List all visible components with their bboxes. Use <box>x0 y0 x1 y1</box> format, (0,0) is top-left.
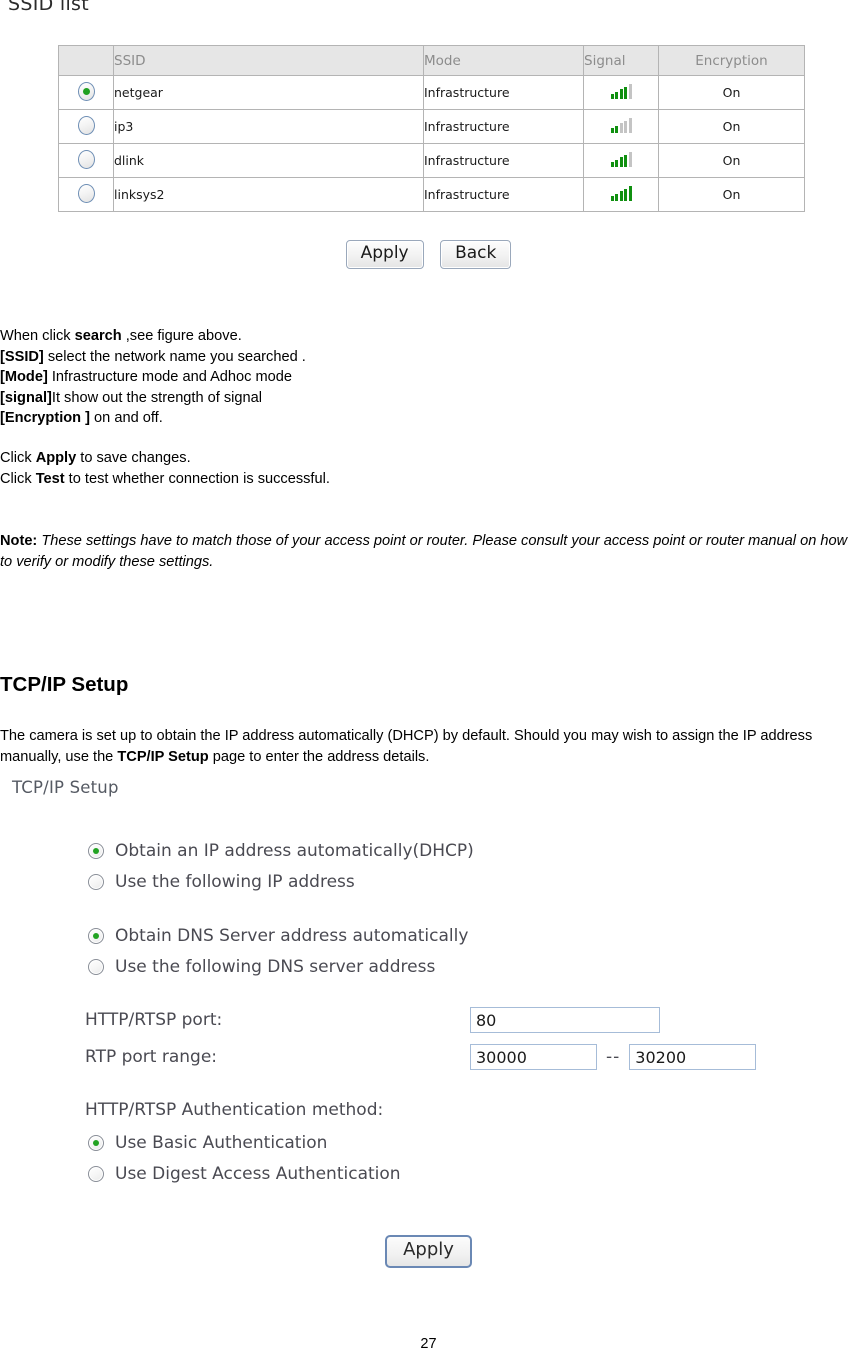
radio-icon[interactable] <box>88 1165 104 1182</box>
radio-use-following-dns[interactable]: Use the following DNS server address <box>88 951 468 982</box>
tcpip-button-row: Apply <box>0 1235 857 1268</box>
page-title: SSID list <box>8 0 90 15</box>
ssid-name-cell: dlink <box>113 143 424 178</box>
ssid-mode-cell: Infrastructure <box>423 143 584 178</box>
tcpip-setup-panel: TCP/IP Setup Obtain an IP address automa… <box>0 775 857 1285</box>
radio-use-following-ip[interactable]: Use the following IP address <box>88 866 474 897</box>
signal-strength-icon <box>610 151 632 167</box>
radio-label: Use Basic Authentication <box>115 1132 328 1153</box>
ssid-select-cell[interactable] <box>58 75 114 110</box>
column-header-select <box>58 45 114 76</box>
auth-method-option-group: Use Basic Authentication Use Digest Acce… <box>88 1127 401 1189</box>
ssid-select-cell[interactable] <box>58 143 114 178</box>
ssid-mode-cell: Infrastructure <box>423 109 584 144</box>
signal-strength-icon <box>610 83 632 99</box>
radio-icon[interactable] <box>77 81 95 101</box>
apply-button[interactable]: Apply <box>345 240 424 269</box>
back-button[interactable]: Back <box>440 240 512 269</box>
column-header-signal: Signal <box>583 45 659 76</box>
table-row[interactable]: linksys2 Infrastructure On <box>58 177 805 212</box>
ssid-list-table-container: SSID Mode Signal Encryption netgear Infra… <box>58 45 805 212</box>
ssid-name-cell: netgear <box>113 75 424 110</box>
ssid-name-cell: ip3 <box>113 109 424 144</box>
rtp-port-range-row: RTP port range: 30000 -- 30200 <box>85 1044 757 1070</box>
ssid-encryption-cell: On <box>658 143 805 178</box>
ssid-explanation-block: When click search ,see figure above. [SS… <box>0 326 700 429</box>
ssid-encryption-cell: On <box>658 177 805 212</box>
rtp-port-from-input[interactable]: 30000 <box>470 1044 597 1070</box>
table-header-row: SSID Mode Signal Encryption <box>58 45 805 76</box>
http-rtsp-port-label: HTTP/RTSP port: <box>85 1010 223 1030</box>
explain-line-encryption: [Encryption ] on and off. <box>0 410 163 426</box>
radio-icon[interactable] <box>88 1134 104 1151</box>
radio-label: Use the following IP address <box>115 871 355 892</box>
tcpip-description-paragraph: The camera is set up to obtain the IP ad… <box>0 728 813 765</box>
click-test-line: Click Test to test whether connection is… <box>0 470 330 487</box>
http-rtsp-port-input[interactable]: 80 <box>470 1007 660 1033</box>
http-rtsp-port-row: HTTP/RTSP port: 80 <box>85 1007 660 1033</box>
radio-obtain-ip-automatically[interactable]: Obtain an IP address automatically(DHCP) <box>88 835 474 866</box>
signal-strength-icon <box>610 117 632 133</box>
ssid-encryption-cell: On <box>658 109 805 144</box>
radio-icon[interactable] <box>88 873 104 890</box>
ssid-signal-cell <box>583 109 659 144</box>
radio-icon[interactable] <box>77 183 95 203</box>
column-header-encryption: Encryption <box>658 45 805 76</box>
note-text: These settings have to match those of yo… <box>0 533 848 570</box>
radio-label: Use Digest Access Authentication <box>115 1163 401 1184</box>
radio-label: Use the following DNS server address <box>115 956 436 977</box>
ssid-button-row: Apply Back <box>0 240 857 269</box>
radio-icon[interactable] <box>77 115 95 135</box>
click-instructions-block: Click Apply to save changes. Click Test … <box>0 448 700 489</box>
note-label: Note: <box>0 533 38 549</box>
ssid-list-table: SSID Mode Signal Encryption netgear Infra… <box>58 45 805 212</box>
ssid-signal-cell <box>583 143 659 178</box>
radio-basic-authentication[interactable]: Use Basic Authentication <box>88 1127 401 1158</box>
signal-strength-icon <box>610 185 632 201</box>
click-apply-line: Click Apply to save changes. <box>0 450 191 466</box>
radio-icon[interactable] <box>88 842 104 859</box>
page-number: 27 <box>420 1336 437 1352</box>
tcpip-apply-button[interactable]: Apply <box>385 1235 472 1268</box>
ssid-select-cell[interactable] <box>58 177 114 212</box>
tcpip-panel-title: TCP/IP Setup <box>12 778 119 797</box>
table-row[interactable]: ip3 Infrastructure On <box>58 109 805 144</box>
table-row[interactable]: netgear Infrastructure On <box>58 75 805 110</box>
radio-icon[interactable] <box>77 149 95 169</box>
explain-line-mode: [Mode] Infrastructure mode and Adhoc mod… <box>0 369 293 385</box>
ssid-select-cell[interactable] <box>58 109 114 144</box>
note-block: Note: These settings have to match those… <box>0 531 857 572</box>
radio-icon[interactable] <box>88 958 104 975</box>
rtp-port-range-label: RTP port range: <box>85 1047 218 1067</box>
explain-line-signal: [signal]It show out the strength of sign… <box>0 389 263 406</box>
table-row[interactable]: dlink Infrastructure On <box>58 143 805 178</box>
explain-line-ssid: [SSID] select the network name you searc… <box>0 348 306 365</box>
radio-icon[interactable] <box>88 927 104 944</box>
ssid-signal-cell <box>583 177 659 212</box>
ssid-name-cell: linksys2 <box>113 177 424 212</box>
ssid-signal-cell <box>583 75 659 110</box>
radio-digest-access-authentication[interactable]: Use Digest Access Authentication <box>88 1158 401 1189</box>
range-separator: -- <box>606 1047 621 1067</box>
radio-label: Obtain DNS Server address automatically <box>115 925 469 946</box>
dns-option-group: Obtain DNS Server address automatically … <box>88 920 468 982</box>
section-title-tcpip: TCP/IP Setup <box>0 673 129 696</box>
auth-method-heading: HTTP/RTSP Authentication method: <box>85 1100 384 1120</box>
explain-line-search: When click search ,see figure above. <box>0 328 242 344</box>
column-header-ssid: SSID <box>113 45 424 76</box>
ip-address-option-group: Obtain an IP address automatically(DHCP)… <box>88 835 474 897</box>
radio-obtain-dns-automatically[interactable]: Obtain DNS Server address automatically <box>88 920 468 951</box>
ssid-mode-cell: Infrastructure <box>423 75 584 110</box>
rtp-port-to-input[interactable]: 30200 <box>629 1044 757 1070</box>
column-header-mode: Mode <box>423 45 584 76</box>
ssid-mode-cell: Infrastructure <box>423 177 584 212</box>
radio-label: Obtain an IP address automatically(DHCP) <box>115 840 474 861</box>
ssid-encryption-cell: On <box>658 75 805 110</box>
